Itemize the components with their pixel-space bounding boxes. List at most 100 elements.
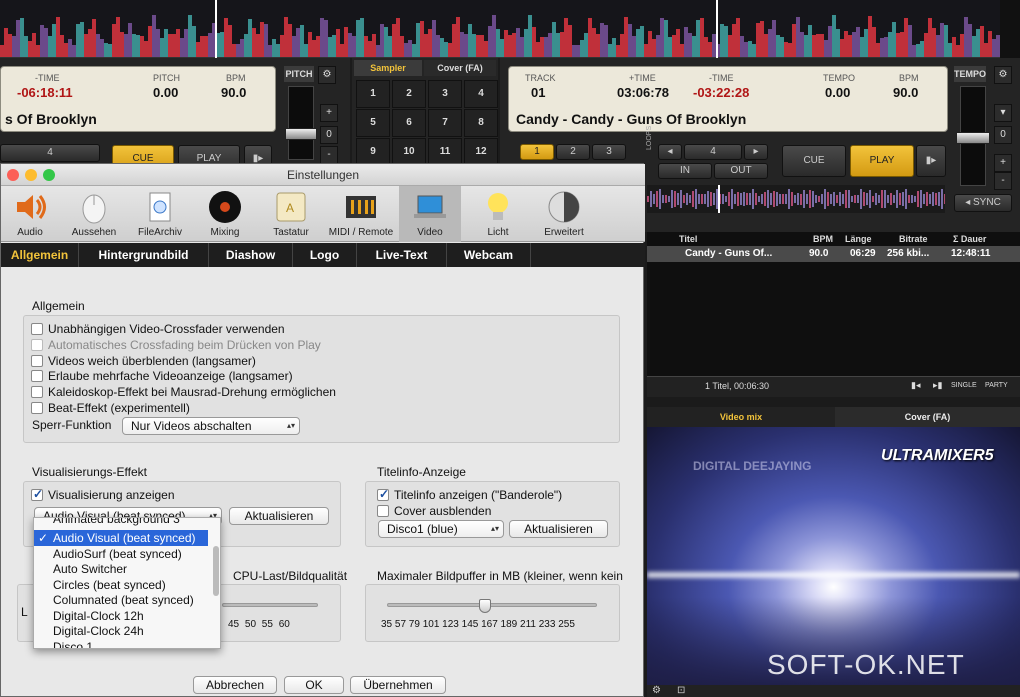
- dropdown-item[interactable]: Auto Switcher: [34, 561, 208, 577]
- checkbox[interactable]: [31, 370, 43, 382]
- settings-icon[interactable]: ⚙: [652, 685, 661, 696]
- option-beat-effect[interactable]: Beat-Effekt (experimentell): [31, 401, 190, 415]
- option-soft-blend[interactable]: Videos weich überblenden (langsamer): [31, 354, 256, 368]
- vis-dropdown-list[interactable]: Animated background 3 ✓ Audio Visual (bea…: [33, 517, 221, 649]
- sampler-pad-6[interactable]: 6: [392, 109, 426, 137]
- loop-forward-button[interactable]: ▸: [744, 144, 768, 160]
- tab-webcam[interactable]: Webcam: [447, 243, 531, 267]
- loop-in-button[interactable]: IN: [658, 163, 712, 179]
- lock-select[interactable]: Nur Videos abschalten ▴▾: [122, 417, 300, 435]
- toolbar-mixing[interactable]: Mixing: [195, 186, 255, 242]
- titleinfo-refresh-button[interactable]: Aktualisieren: [509, 520, 608, 538]
- buffer-slider-thumb[interactable]: [479, 599, 491, 613]
- col-bitrate[interactable]: Bitrate: [899, 232, 928, 246]
- checkbox[interactable]: [31, 386, 43, 398]
- hotcue-pad-2[interactable]: 2: [556, 144, 590, 160]
- toolbar-video[interactable]: Video: [399, 186, 461, 242]
- dropdown-scrollbar[interactable]: [213, 546, 219, 596]
- loop-out-button[interactable]: OUT: [714, 163, 768, 179]
- sampler-pad-3[interactable]: 3: [428, 80, 462, 108]
- sampler-pad-7[interactable]: 7: [428, 109, 462, 137]
- right-mini-waveform[interactable]: [647, 185, 945, 213]
- cue-button[interactable]: CUE: [782, 145, 846, 177]
- party-button[interactable]: PARTY: [985, 382, 1008, 389]
- dropdown-item[interactable]: Digital-Clock 12h: [34, 608, 208, 624]
- ok-button[interactable]: OK: [284, 676, 344, 694]
- sampler-pad-2[interactable]: 2: [392, 80, 426, 108]
- option-multi-video[interactable]: Erlaube mehrfache Videoanzeige (langsame…: [31, 369, 293, 383]
- settings-icon[interactable]: ⚙: [994, 66, 1012, 84]
- sampler-pad-4[interactable]: 4: [464, 80, 498, 108]
- table-row[interactable]: Candy - Guns Of... 90.0 06:29 256 kbi...…: [647, 246, 1020, 262]
- tab-sampler[interactable]: Sampler: [354, 60, 422, 76]
- tab-cover[interactable]: Cover (FA): [424, 60, 496, 76]
- tempo-minus-button[interactable]: -: [994, 172, 1012, 190]
- option-video-crossfader[interactable]: Unabhängigen Video-Crossfader verwenden: [31, 322, 285, 336]
- cpu-slider[interactable]: [222, 603, 318, 607]
- tempo-plus-button[interactable]: +: [994, 154, 1012, 172]
- buffer-slider[interactable]: [387, 603, 597, 607]
- hotcue-pad-3[interactable]: 3: [592, 144, 626, 160]
- sync-button[interactable]: ◂ SYNC: [954, 194, 1012, 212]
- pitch-fader[interactable]: [288, 86, 314, 160]
- hotcue-pad-1[interactable]: 1: [520, 144, 554, 160]
- prev-icon[interactable]: ▮◂: [911, 380, 920, 391]
- sampler-pad-12[interactable]: 12: [464, 138, 498, 166]
- apply-button[interactable]: Übernehmen: [350, 676, 446, 694]
- pitch-zero-button[interactable]: 0: [320, 126, 338, 144]
- dropdown-item-selected[interactable]: ✓ Audio Visual (beat synced): [34, 530, 208, 546]
- sampler-pad-11[interactable]: 11: [428, 138, 462, 166]
- minimize-icon[interactable]: [25, 169, 37, 181]
- pitch-plus-button[interactable]: +: [320, 104, 338, 122]
- play-pause-icon[interactable]: ▮▸: [916, 145, 946, 177]
- toolbar-filearchive[interactable]: FileArchiv: [129, 186, 191, 242]
- vis-refresh-button[interactable]: Aktualisieren: [229, 507, 329, 525]
- checkbox[interactable]: [31, 323, 43, 335]
- toolbar-audio[interactable]: Audio: [1, 186, 59, 242]
- toolbar-keyboard[interactable]: A Tastatur: [261, 186, 321, 242]
- tab-cover[interactable]: Cover (FA): [835, 407, 1020, 427]
- dropdown-item[interactable]: Digital-Clock 24h: [34, 623, 208, 639]
- col-total[interactable]: Σ Dauer: [953, 232, 986, 246]
- sampler-pad-5[interactable]: 5: [356, 109, 390, 137]
- col-length[interactable]: Länge: [845, 232, 872, 246]
- loop-size-display[interactable]: 4: [684, 144, 742, 160]
- sampler-pad-9[interactable]: 9: [356, 138, 390, 166]
- close-icon[interactable]: [7, 169, 19, 181]
- vis-show-option[interactable]: ✓ Visualisierung anzeigen: [31, 487, 175, 502]
- window-icon[interactable]: ⊡: [677, 685, 685, 696]
- checkbox[interactable]: ✓: [31, 487, 43, 501]
- zoom-icon[interactable]: [43, 169, 55, 181]
- settings-icon[interactable]: ⚙: [318, 66, 336, 84]
- loop-back-button[interactable]: ◂: [658, 144, 682, 160]
- waveform-overview[interactable]: [0, 0, 1020, 58]
- tab-hintergrundbild[interactable]: Hintergrundbild: [79, 243, 209, 267]
- toolbar-appearance[interactable]: Aussehen: [63, 186, 125, 242]
- checkbox[interactable]: [31, 355, 43, 367]
- col-title[interactable]: Titel: [679, 232, 697, 246]
- sampler-pad-10[interactable]: 10: [392, 138, 426, 166]
- checkbox[interactable]: [31, 402, 43, 414]
- dropdown-item[interactable]: AudioSurf (beat synced): [34, 546, 208, 562]
- sampler-pad-8[interactable]: 8: [464, 109, 498, 137]
- single-button[interactable]: SINGLE: [951, 382, 977, 389]
- option-kaleidoscope[interactable]: Kaleidoskop-Effekt bei Mausrad-Drehung e…: [31, 385, 336, 399]
- tab-live-text[interactable]: Live-Text: [357, 243, 447, 267]
- checkbox[interactable]: [377, 505, 389, 517]
- dropdown-item[interactable]: Disco 1: [34, 639, 208, 648]
- toolbar-light[interactable]: Licht: [467, 186, 529, 242]
- loop-size-display[interactable]: 4: [0, 144, 100, 162]
- col-bpm[interactable]: BPM: [813, 232, 833, 246]
- tab-diashow[interactable]: Diashow: [209, 243, 293, 267]
- toolbar-advanced[interactable]: Erweitert: [533, 186, 595, 242]
- toolbar-midi[interactable]: MIDI / Remote: [325, 186, 397, 242]
- checkbox[interactable]: ✓: [377, 487, 389, 501]
- pitch-fader-knob[interactable]: [285, 128, 317, 140]
- titleinfo-select[interactable]: Disco1 (blue) ▴▾: [378, 520, 504, 538]
- sampler-pad-1[interactable]: 1: [356, 80, 390, 108]
- dropdown-item[interactable]: Animated background 3: [34, 518, 208, 527]
- tempo-zero-button[interactable]: 0: [994, 126, 1012, 144]
- next-icon[interactable]: ▸▮: [933, 380, 942, 391]
- pitch-minus-button[interactable]: -: [320, 146, 338, 164]
- dropdown-item[interactable]: Columnated (beat synced): [34, 592, 208, 608]
